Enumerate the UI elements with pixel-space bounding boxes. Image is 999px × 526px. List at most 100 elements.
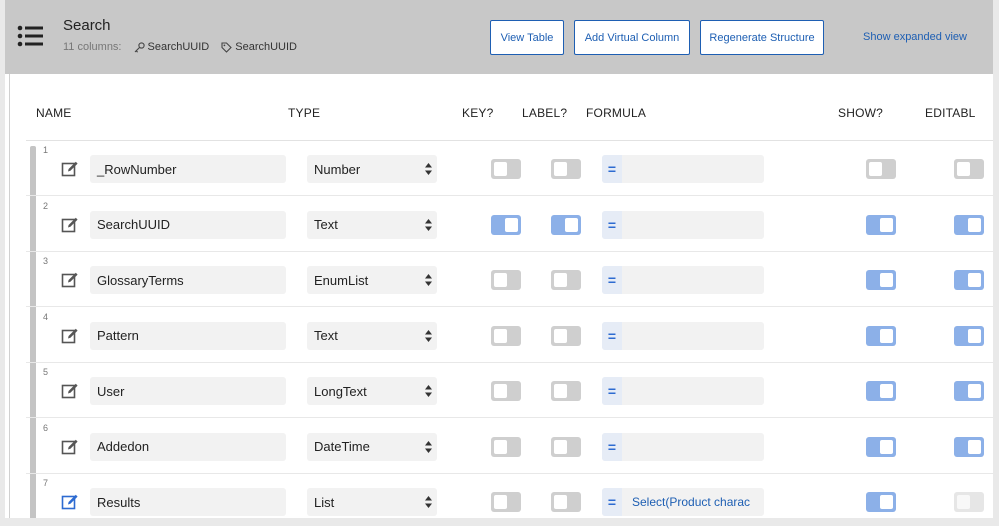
- column-name-field[interactable]: SearchUUID: [90, 210, 286, 239]
- show-toggle[interactable]: [866, 492, 896, 512]
- label-toggle[interactable]: [551, 270, 581, 290]
- column-type-value: DateTime: [314, 439, 370, 454]
- column-type-select[interactable]: Number: [307, 155, 437, 183]
- edit-icon[interactable]: [61, 493, 79, 511]
- formula-field[interactable]: =: [602, 321, 764, 350]
- key-toggle[interactable]: [491, 381, 521, 401]
- formula-field[interactable]: = Select(Product charac: [602, 488, 764, 516]
- editable-toggle[interactable]: [954, 436, 984, 457]
- formula-field[interactable]: =: [602, 266, 764, 294]
- column-name-field[interactable]: Pattern: [90, 321, 286, 350]
- key-toggle[interactable]: [491, 270, 521, 290]
- show-toggle[interactable]: [866, 214, 896, 235]
- row-number: 6: [43, 422, 49, 433]
- key-toggle[interactable]: [491, 492, 521, 512]
- column-header-editable: EDITABL: [925, 106, 976, 120]
- formula-equals-icon: =: [602, 321, 622, 350]
- sort-arrows-icon: [425, 496, 432, 508]
- edit-icon[interactable]: [61, 216, 79, 234]
- key-column-name: SearchUUID: [147, 41, 210, 53]
- formula-equals-icon: =: [602, 266, 622, 294]
- show-toggle[interactable]: [866, 159, 896, 179]
- editable-toggle[interactable]: [954, 214, 984, 235]
- column-name-field[interactable]: _RowNumber: [90, 155, 286, 183]
- column-header-name: NAME: [36, 106, 72, 120]
- column-type-select[interactable]: EnumList: [307, 266, 437, 294]
- table-header: Search 11 columns: SearchUUID SearchUUID…: [5, 0, 993, 74]
- bottom-edge: [0, 518, 999, 526]
- column-type-select[interactable]: DateTime: [307, 432, 437, 461]
- show-expanded-view-link[interactable]: Show expanded view: [863, 31, 967, 43]
- formula-equals-icon: =: [602, 432, 622, 461]
- column-type-select[interactable]: Text: [307, 321, 437, 350]
- show-toggle[interactable]: [866, 436, 896, 457]
- column-type-value: EnumList: [314, 272, 369, 288]
- column-type-value: List: [314, 494, 335, 510]
- editable-toggle[interactable]: [954, 325, 984, 346]
- sort-arrows-icon: [425, 440, 432, 453]
- edit-icon[interactable]: [61, 438, 79, 456]
- key-toggle[interactable]: [491, 436, 521, 457]
- sort-arrows-icon: [425, 163, 432, 175]
- key-toggle[interactable]: [491, 159, 521, 179]
- editable-toggle[interactable]: [954, 492, 984, 512]
- column-name-field[interactable]: User: [90, 377, 286, 405]
- column-header-show: SHOW?: [838, 106, 884, 120]
- row-number: 5: [43, 367, 49, 377]
- row-number: 3: [43, 256, 49, 266]
- sort-arrows-icon: [425, 329, 432, 342]
- row-number: 4: [43, 311, 49, 322]
- table-row: 4 Pattern Text =: [26, 308, 993, 363]
- editable-toggle[interactable]: [954, 270, 984, 290]
- tag-icon: [221, 41, 233, 53]
- formula-field[interactable]: =: [602, 155, 764, 183]
- column-type-select[interactable]: List: [307, 488, 437, 516]
- key-icon: [134, 41, 145, 53]
- table-row: 5 User LongText =: [26, 363, 993, 418]
- sort-arrows-icon: [425, 274, 432, 286]
- list-icon: [17, 25, 43, 47]
- column-header-type: TYPE: [288, 106, 321, 120]
- label-toggle[interactable]: [551, 381, 581, 401]
- column-name-field[interactable]: GlossaryTerms: [90, 266, 286, 294]
- row-number: 7: [43, 478, 49, 488]
- edit-icon[interactable]: [61, 382, 79, 400]
- label-column-name: SearchUUID: [235, 41, 297, 53]
- editable-toggle[interactable]: [954, 159, 984, 179]
- formula-field[interactable]: =: [602, 210, 764, 239]
- columns-table: NAME TYPE KEY? LABEL? FORMULA SHOW? EDIT…: [9, 74, 993, 526]
- formula-equals-icon: =: [602, 210, 622, 239]
- columns-count: 11 columns:: [63, 41, 122, 53]
- column-type-select[interactable]: LongText: [307, 377, 437, 405]
- table-meta: 11 columns: SearchUUID SearchUUID: [63, 41, 297, 53]
- show-toggle[interactable]: [866, 270, 896, 290]
- regenerate-structure-button[interactable]: Regenerate Structure: [700, 20, 824, 55]
- column-type-value: Text: [314, 217, 338, 232]
- view-table-button[interactable]: View Table: [490, 20, 564, 55]
- formula-equals-icon: =: [602, 488, 622, 516]
- show-toggle[interactable]: [866, 381, 896, 401]
- label-toggle[interactable]: [551, 159, 581, 179]
- formula-equals-icon: =: [602, 377, 622, 405]
- label-toggle[interactable]: [551, 325, 581, 346]
- edit-icon[interactable]: [61, 271, 79, 289]
- show-toggle[interactable]: [866, 325, 896, 346]
- label-toggle[interactable]: [551, 492, 581, 512]
- table-row: 3 GlossaryTerms EnumList =: [26, 252, 993, 307]
- column-name-field[interactable]: Results: [90, 488, 286, 516]
- formula-field[interactable]: =: [602, 377, 764, 405]
- edit-icon[interactable]: [61, 160, 79, 178]
- sort-arrows-icon: [425, 385, 432, 397]
- editable-toggle[interactable]: [954, 381, 984, 401]
- key-toggle[interactable]: [491, 325, 521, 346]
- key-toggle[interactable]: [491, 214, 521, 235]
- column-name-field[interactable]: Addedon: [90, 432, 286, 461]
- formula-field[interactable]: =: [602, 432, 764, 461]
- column-type-value: LongText: [314, 383, 367, 399]
- add-virtual-column-button[interactable]: Add Virtual Column: [574, 20, 690, 55]
- column-header-key: KEY?: [462, 106, 494, 120]
- edit-icon[interactable]: [61, 327, 79, 345]
- label-toggle[interactable]: [551, 436, 581, 457]
- column-type-select[interactable]: Text: [307, 210, 437, 239]
- label-toggle[interactable]: [551, 214, 581, 235]
